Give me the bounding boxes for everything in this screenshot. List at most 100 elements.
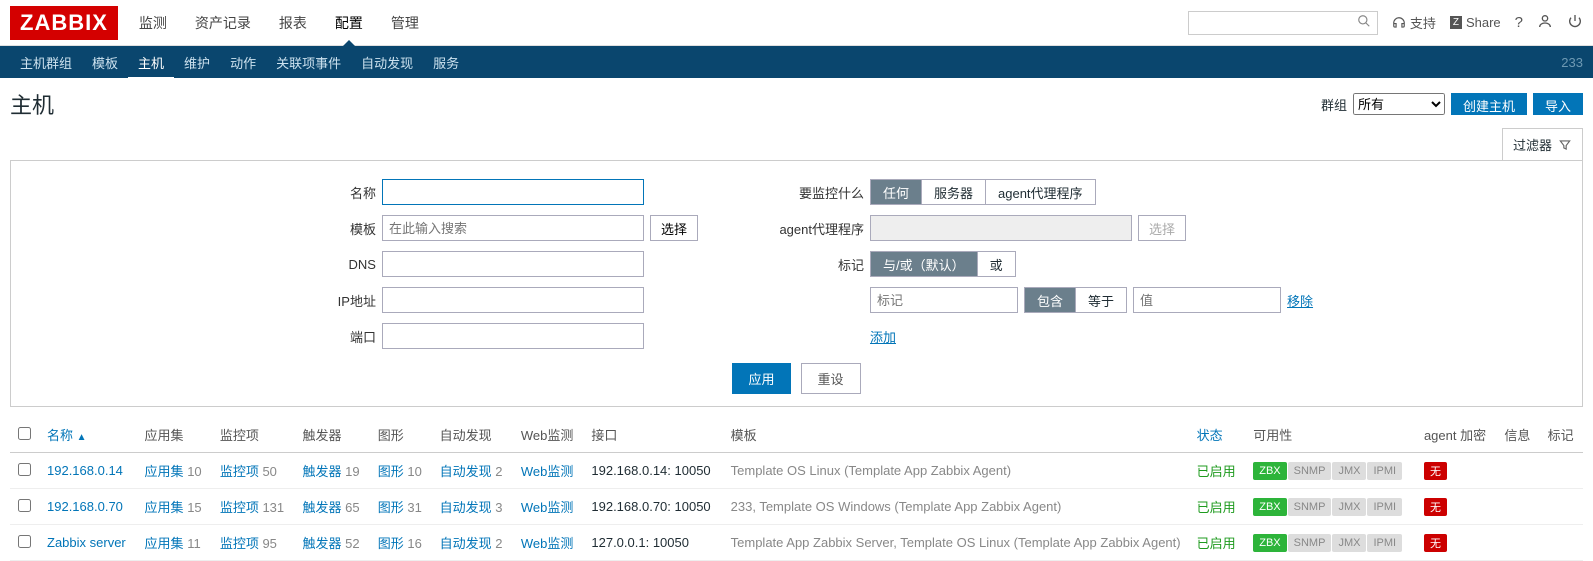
filter-apply-button[interactable]: 应用 (732, 363, 790, 394)
subnav-hostgroups[interactable]: 主机群组 (10, 45, 82, 80)
items-count: 95 (262, 536, 276, 551)
power-icon[interactable] (1567, 13, 1583, 33)
triggers-link[interactable]: 触发器 (303, 500, 342, 515)
monitor-opt-server[interactable]: 服务器 (922, 180, 986, 204)
filter-tagmode-label: 标记 (768, 255, 864, 274)
menu-configuration[interactable]: 配置 (332, 0, 366, 46)
col-availability: 可用性 (1245, 417, 1416, 453)
import-button[interactable]: 导入 (1533, 93, 1583, 115)
search-icon[interactable] (1357, 14, 1371, 32)
filter-tag-remove-link[interactable]: 移除 (1287, 291, 1313, 310)
triggers-link[interactable]: 触发器 (303, 464, 342, 479)
items-link[interactable]: 监控项 (220, 500, 259, 515)
filter-template-input[interactable] (382, 215, 644, 241)
availability-badge-snmp[interactable]: SNMP (1288, 534, 1332, 552)
filter-tag-value-input[interactable] (1133, 287, 1281, 313)
create-host-button[interactable]: 创建主机 (1451, 93, 1527, 115)
triggers-link[interactable]: 触发器 (303, 536, 342, 551)
global-search[interactable] (1188, 11, 1378, 35)
table-select-all[interactable] (18, 427, 31, 440)
discovery-link[interactable]: 自动发现 (440, 500, 492, 515)
availability-badge-jmx[interactable]: JMX (1332, 462, 1366, 480)
subnav-correlation[interactable]: 关联项事件 (266, 45, 351, 80)
interface-text: 192.168.0.70: 10050 (583, 489, 722, 525)
tagmode-opt-or[interactable]: 或 (978, 252, 1015, 276)
filter-name-input[interactable] (382, 179, 644, 205)
filter-port-input[interactable] (382, 323, 644, 349)
filter-box: 名称 模板 选择 DNS IP地址 端口 要监控什么 (10, 160, 1583, 407)
subnav-services[interactable]: 服务 (423, 45, 469, 80)
user-icon[interactable] (1537, 13, 1553, 33)
share-link[interactable]: Z Share (1450, 15, 1501, 30)
filter-monitor-seg: 任何 服务器 agent代理程序 (870, 179, 1096, 205)
web-link[interactable]: Web监测 (521, 500, 574, 515)
tag-op-contains[interactable]: 包含 (1025, 288, 1076, 312)
graphs-link[interactable]: 图形 (378, 500, 404, 515)
col-status[interactable]: 状态 (1189, 417, 1246, 453)
graphs-link[interactable]: 图形 (378, 464, 404, 479)
apps-link[interactable]: 应用集 (145, 500, 184, 515)
host-name-link[interactable]: 192.168.0.70 (47, 499, 123, 514)
app-logo[interactable]: ZABBIX (10, 6, 118, 40)
group-filter-select[interactable]: 所有 (1353, 93, 1445, 115)
filter-ip-input[interactable] (382, 287, 644, 313)
filter-ip-label: IP地址 (280, 291, 376, 310)
subnav-templates[interactable]: 模板 (82, 45, 128, 80)
subnav-discovery[interactable]: 自动发现 (351, 45, 423, 80)
filter-name-label: 名称 (280, 183, 376, 202)
status-link[interactable]: 已启用 (1197, 536, 1236, 551)
menu-reports[interactable]: 报表 (276, 0, 310, 46)
monitor-opt-proxy[interactable]: agent代理程序 (986, 180, 1095, 204)
availability-badge-ipmi[interactable]: IPMI (1367, 462, 1402, 480)
col-interface: 接口 (583, 417, 722, 453)
tagmode-opt-andor[interactable]: 与/或（默认） (871, 252, 978, 276)
availability-badge-jmx[interactable]: JMX (1332, 534, 1366, 552)
items-link[interactable]: 监控项 (220, 536, 259, 551)
tag-op-equals[interactable]: 等于 (1076, 288, 1126, 312)
help-icon[interactable]: ? (1515, 14, 1523, 31)
status-link[interactable]: 已启用 (1197, 500, 1236, 515)
filter-proxy-select-button: 选择 (1138, 215, 1186, 241)
apps-count: 11 (187, 536, 201, 551)
menu-administration[interactable]: 管理 (388, 0, 422, 46)
host-name-link[interactable]: Zabbix server (47, 535, 126, 550)
availability-badge-jmx[interactable]: JMX (1332, 498, 1366, 516)
discovery-link[interactable]: 自动发现 (440, 464, 492, 479)
support-link[interactable]: 支持 (1392, 13, 1436, 32)
apps-link[interactable]: 应用集 (145, 536, 184, 551)
filter-tag-add-link[interactable]: 添加 (870, 330, 896, 345)
host-name-link[interactable]: 192.168.0.14 (47, 463, 123, 478)
filter-dns-input[interactable] (382, 251, 644, 277)
filter-template-select-button[interactable]: 选择 (650, 215, 698, 241)
graphs-link[interactable]: 图形 (378, 536, 404, 551)
row-checkbox[interactable] (18, 463, 31, 476)
availability-badge-snmp[interactable]: SNMP (1288, 462, 1332, 480)
discovery-count: 3 (495, 500, 502, 515)
subnav-hosts[interactable]: 主机 (128, 45, 174, 80)
web-link[interactable]: Web监测 (521, 536, 574, 551)
menu-inventory[interactable]: 资产记录 (192, 0, 254, 46)
filter-tag-name-input[interactable] (870, 287, 1018, 313)
col-name[interactable]: 名称 ▲ (39, 417, 137, 453)
availability-badge-ipmi[interactable]: IPMI (1367, 534, 1402, 552)
menu-monitoring[interactable]: 监测 (136, 0, 170, 46)
subnav-actions[interactable]: 动作 (220, 45, 266, 80)
subnav-maintenance[interactable]: 维护 (174, 45, 220, 80)
row-checkbox[interactable] (18, 499, 31, 512)
apps-link[interactable]: 应用集 (145, 464, 184, 479)
monitor-opt-any[interactable]: 任何 (871, 180, 922, 204)
web-link[interactable]: Web监测 (521, 464, 574, 479)
graphs-count: 31 (407, 500, 421, 515)
items-link[interactable]: 监控项 (220, 464, 259, 479)
availability-badge-ipmi[interactable]: IPMI (1367, 498, 1402, 516)
availability-badge-zbx[interactable]: ZBX (1253, 462, 1286, 480)
availability-badge-snmp[interactable]: SNMP (1288, 498, 1332, 516)
filter-reset-button[interactable]: 重设 (801, 363, 861, 394)
discovery-link[interactable]: 自动发现 (440, 536, 492, 551)
status-link[interactable]: 已启用 (1197, 464, 1236, 479)
row-checkbox[interactable] (18, 535, 31, 548)
filter-tab[interactable]: 过滤器 (1502, 128, 1583, 160)
availability-badge-zbx[interactable]: ZBX (1253, 534, 1286, 552)
interface-text: 192.168.0.14: 10050 (583, 453, 722, 489)
availability-badge-zbx[interactable]: ZBX (1253, 498, 1286, 516)
